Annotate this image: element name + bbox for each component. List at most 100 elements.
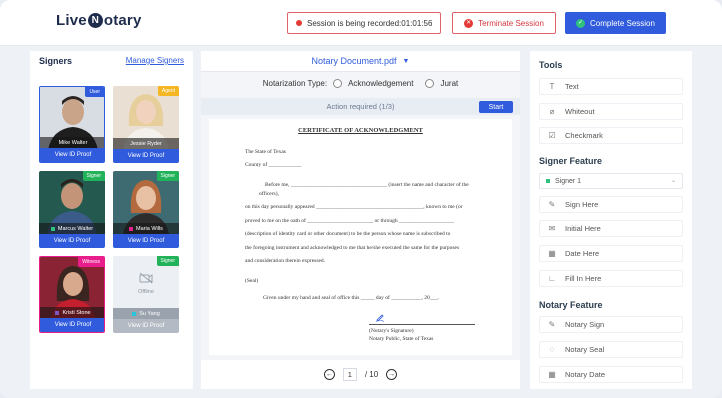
signer-select-value: Signer 1 bbox=[555, 177, 582, 185]
document-viewer: Notary Document.pdf ▼ Notarization Type:… bbox=[201, 51, 520, 389]
tools-title: Tools bbox=[539, 60, 563, 70]
tool-label: Notary Seal bbox=[565, 345, 605, 354]
view-id-proof-button[interactable]: View ID Proof bbox=[40, 318, 104, 332]
signers-panel: Signers Manage Signers User Mike Walter … bbox=[30, 51, 193, 389]
pagination: ← 1 / 10 → bbox=[201, 360, 520, 389]
app-window: Live Notary Session is being recorded:01:… bbox=[0, 0, 722, 398]
tool-sign-here[interactable]: ✎ Sign Here bbox=[539, 196, 683, 213]
signer-name-bar: Maria Wills bbox=[113, 223, 179, 234]
seal-icon: ◌ bbox=[549, 345, 555, 354]
tool-label: Notary Sign bbox=[565, 320, 605, 329]
signer-name: Marcus Walter bbox=[57, 225, 94, 232]
prev-page-icon[interactable]: ← bbox=[323, 369, 335, 380]
signer-name-bar: Su Yang bbox=[113, 308, 179, 319]
doc-line: County of ____________ bbox=[245, 162, 302, 168]
action-required-text: Action required (1/3) bbox=[326, 102, 395, 111]
view-id-proof-button[interactable]: View ID Proof bbox=[113, 149, 179, 163]
record-dot-icon bbox=[296, 20, 302, 26]
jurat-label[interactable]: Jurat bbox=[440, 79, 458, 88]
eraser-icon: ⌀ bbox=[549, 107, 555, 116]
signer-select[interactable]: Signer 1 ⌄ bbox=[539, 173, 683, 189]
doc-line: the foregoing instrument and acknowledge… bbox=[245, 245, 460, 251]
doc-line: The State of Texas bbox=[245, 149, 286, 155]
signer-name: Su Yang bbox=[139, 310, 160, 317]
doc-line: (description of identity card or other d… bbox=[245, 231, 451, 237]
tool-label: Notary Date bbox=[565, 370, 606, 379]
page-total: / 10 bbox=[364, 370, 379, 379]
complete-session-button[interactable]: ✓ Complete Session bbox=[565, 12, 666, 34]
tool-whiteout[interactable]: ⌀ Whiteout bbox=[539, 103, 683, 120]
next-page-icon[interactable]: → bbox=[386, 369, 398, 380]
signature-line bbox=[369, 324, 475, 325]
signer-name-bar: Jessie Ryder bbox=[113, 138, 179, 149]
view-id-proof-button[interactable]: View ID Proof bbox=[113, 234, 179, 248]
signer-card[interactable]: Agent Jessie Ryder View ID Proof bbox=[113, 86, 179, 163]
signer-card[interactable]: Signer Maria Wills View ID Proof bbox=[113, 171, 179, 248]
notary-feature-title: Notary Feature bbox=[539, 300, 603, 310]
role-badge: User bbox=[85, 87, 104, 97]
document-page[interactable]: CERTIFICATE OF ACKNOWLEDGMENT The State … bbox=[209, 119, 512, 355]
document-selector[interactable]: Notary Document.pdf ▼ bbox=[201, 51, 520, 72]
tool-label: Whiteout bbox=[565, 107, 595, 116]
signer-name: Maria Wills bbox=[136, 225, 163, 232]
view-id-proof-button[interactable]: View ID Proof bbox=[40, 148, 104, 162]
terminate-session-button[interactable]: ✕ Terminate Session bbox=[452, 12, 556, 34]
text-icon: T bbox=[549, 82, 555, 91]
acknowledgement-label[interactable]: Acknowledgement bbox=[348, 79, 413, 88]
status-dot-icon bbox=[55, 310, 60, 315]
action-required-bar: Action required (1/3) Start bbox=[201, 98, 520, 115]
caret-down-icon: ▼ bbox=[402, 57, 410, 65]
signer-card[interactable]: Witness Kristi Stone View ID Proof bbox=[39, 256, 105, 333]
tool-checkmark[interactable]: ☑ Checkmark bbox=[539, 127, 683, 144]
signer-feature-title: Signer Feature bbox=[539, 156, 603, 166]
initial-icon: ✉ bbox=[548, 224, 556, 233]
tools-panel: Tools T Text ⌀ Whiteout ☑ Checkmark Signer … bbox=[530, 51, 692, 389]
view-id-proof-button[interactable]: View ID Proof bbox=[113, 319, 179, 333]
notarization-type: Notarization Type: Acknowledgement Jurat bbox=[201, 75, 520, 92]
manage-signers-link[interactable]: Manage Signers bbox=[126, 56, 184, 65]
tool-label: Checkmark bbox=[565, 131, 603, 140]
tool-text[interactable]: T Text bbox=[539, 78, 683, 95]
logo-text-live: Live bbox=[56, 12, 87, 29]
tool-initial-here[interactable]: ✉ Initial Here bbox=[539, 220, 683, 237]
chevron-down-icon: ⌄ bbox=[670, 178, 676, 184]
signer-name-bar: Kristi Stone bbox=[40, 307, 104, 318]
signature-pen-icon bbox=[375, 314, 385, 322]
close-circle-icon: ✕ bbox=[464, 18, 474, 28]
pen-icon: ✎ bbox=[548, 200, 556, 209]
start-button[interactable]: Start bbox=[479, 101, 513, 113]
signer-card[interactable]: Signer Marcus Walter View ID Proof bbox=[39, 171, 105, 248]
role-badge: Signer bbox=[156, 256, 179, 266]
radio-jurat[interactable] bbox=[425, 79, 435, 88]
tool-label: Text bbox=[565, 82, 579, 91]
tool-notary-sign[interactable]: ✎ Notary Sign bbox=[539, 316, 683, 333]
role-badge: Witness bbox=[78, 257, 104, 267]
signer-name: Mike Walter bbox=[58, 139, 88, 146]
livenotary-logo[interactable]: Live Notary bbox=[56, 12, 142, 29]
tool-notary-seal[interactable]: ◌ Notary Seal bbox=[539, 341, 683, 358]
doc-line: Given under my hand and seal of office t… bbox=[263, 295, 440, 301]
tool-notary-date[interactable]: ▦ Notary Date bbox=[539, 366, 683, 383]
document-name: Notary Document.pdf bbox=[311, 56, 397, 66]
tool-label: Date Here bbox=[565, 249, 600, 258]
view-id-proof-button[interactable]: View ID Proof bbox=[39, 234, 105, 248]
recording-status: Session is being recorded:01:01:56 bbox=[287, 12, 441, 34]
tool-date-here[interactable]: ▦ Date Here bbox=[539, 245, 683, 262]
radio-acknowledgement[interactable] bbox=[333, 79, 343, 88]
signer-name: Kristi Stone bbox=[62, 309, 91, 316]
signer-name-bar: Mike Walter bbox=[40, 137, 104, 148]
signer-card-offline[interactable]: Offline Signer Su Yang View ID Proof bbox=[113, 256, 179, 333]
signer-card[interactable]: User Mike Walter View ID Proof bbox=[39, 86, 105, 163]
role-badge: Signer bbox=[82, 171, 105, 181]
signer-name-bar: Marcus Walter bbox=[39, 223, 105, 234]
camera-off-icon bbox=[139, 272, 153, 284]
doc-line: and consideration therein expressed. bbox=[245, 258, 326, 264]
doc-line: (Notary's Signature) bbox=[369, 328, 414, 334]
signer-name: Jessie Ryder bbox=[130, 140, 162, 147]
calendar-icon: ▦ bbox=[548, 370, 556, 379]
signers-title: Signers bbox=[39, 56, 73, 66]
page-number-input[interactable]: 1 bbox=[342, 368, 357, 381]
doc-line: on this day personally appeared ________… bbox=[245, 204, 463, 210]
complete-label: Complete Session bbox=[590, 18, 655, 28]
tool-fill-in-here[interactable]: ∟ Fill In Here bbox=[539, 270, 683, 287]
